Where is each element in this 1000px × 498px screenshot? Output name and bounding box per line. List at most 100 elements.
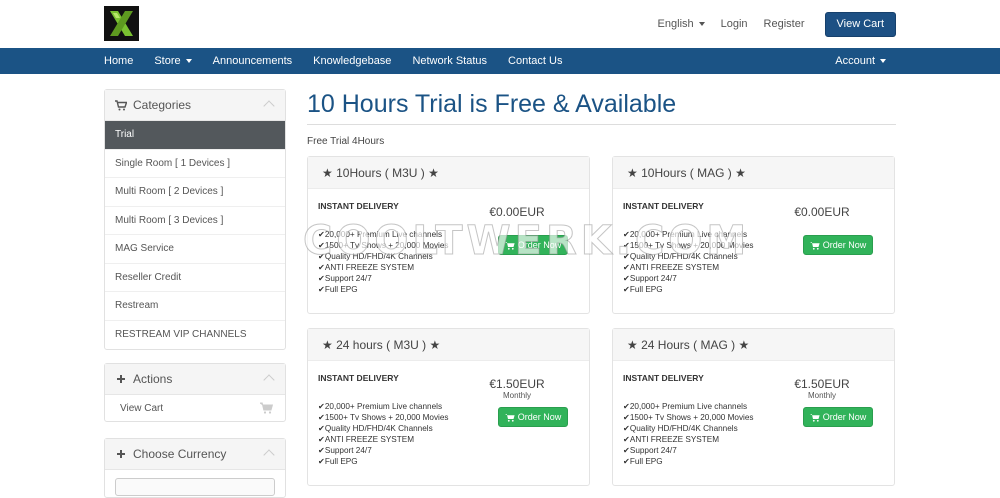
- delivery-label: INSTANT DELIVERY: [318, 373, 399, 383]
- categories-header[interactable]: Categories: [105, 90, 285, 121]
- nav-account-label: Account: [835, 55, 875, 67]
- order-now-button[interactable]: Order Now: [803, 235, 873, 255]
- feature-item: ✔Full EPG: [318, 457, 358, 466]
- top-links: English Login Register View Cart: [658, 11, 896, 37]
- feature-list: ✔20,000+ Premium Live channels ✔1500+ Tv…: [318, 401, 449, 467]
- category-restream-vip[interactable]: RESTREAM VIP CHANNELS: [105, 321, 285, 350]
- shopping-cart-icon: [504, 241, 515, 250]
- product-body: INSTANT DELIVERY ✔20,000+ Premium Live c…: [308, 361, 589, 485]
- feature-item: ✔Support 24/7: [318, 446, 372, 455]
- feature-item: ✔1500+ Tv Shows + 20,000 Movies: [318, 413, 449, 422]
- feature-item: ✔Full EPG: [318, 285, 358, 294]
- nav-home[interactable]: Home: [104, 55, 133, 67]
- chevron-up-icon[interactable]: [263, 449, 275, 461]
- language-label: English: [657, 18, 694, 30]
- product-body: INSTANT DELIVERY ✔20,000+ Premium Live c…: [613, 189, 894, 313]
- product-price: €0.00EUR: [489, 205, 545, 219]
- currency-select[interactable]: [115, 478, 275, 496]
- nav-contact-us[interactable]: Contact Us: [508, 55, 562, 67]
- top-bar: English Login Register View Cart: [0, 0, 1000, 48]
- feature-item: ✔Support 24/7: [623, 446, 677, 455]
- shopping-cart-icon: [809, 241, 820, 250]
- feature-item: ✔ANTI FREEZE SYSTEM: [318, 263, 415, 272]
- feature-item: ✔Quality HD/FHD/4K Channels: [623, 252, 738, 261]
- shopping-cart-icon: [504, 413, 515, 422]
- product-price: €1.50EUR: [489, 377, 545, 391]
- order-now-button[interactable]: Order Now: [498, 235, 568, 255]
- category-multi-room-3[interactable]: Multi Room [ 3 Devices ]: [105, 207, 285, 235]
- feature-item: ✔Full EPG: [623, 457, 663, 466]
- feature-list: ✔20,000+ Premium Live channels ✔1500+ Tv…: [623, 401, 754, 467]
- view-cart-button[interactable]: View Cart: [824, 11, 896, 37]
- order-now-button[interactable]: Order Now: [498, 407, 568, 427]
- product-price: €0.00EUR: [794, 205, 850, 219]
- currency-header[interactable]: Choose Currency: [105, 439, 285, 470]
- chevron-down-icon: [185, 59, 192, 64]
- delivery-label: INSTANT DELIVERY: [623, 201, 704, 211]
- product-name: ★ 24 hours ( M3U ) ★: [308, 329, 589, 361]
- category-restream[interactable]: Restream: [105, 292, 285, 321]
- nav-store[interactable]: Store: [154, 55, 192, 67]
- order-now-label: Order Now: [822, 412, 867, 422]
- nav-knowledgebase[interactable]: Knowledgebase: [313, 55, 391, 67]
- billing-period: Monthly: [502, 391, 531, 400]
- plus-icon: [115, 449, 127, 459]
- site-logo[interactable]: [104, 6, 139, 41]
- login-link[interactable]: Login: [721, 18, 748, 30]
- main-content: 10 Hours Trial is Free & Available Free …: [307, 88, 896, 486]
- title-divider: [307, 124, 896, 125]
- shopping-cart-icon: [809, 413, 820, 422]
- category-multi-room-2[interactable]: Multi Room [ 2 Devices ]: [105, 178, 285, 207]
- feature-item: ✔20,000+ Premium Live channels: [623, 230, 748, 239]
- product-price: €1.50EUR: [794, 377, 850, 391]
- feature-item: ✔20,000+ Premium Live channels: [318, 402, 443, 411]
- nav-announcements[interactable]: Announcements: [213, 55, 293, 67]
- product-card: ★ 24 Hours ( MAG ) ★ INSTANT DELIVERY ✔2…: [612, 328, 895, 486]
- feature-item: ✔20,000+ Premium Live channels: [623, 402, 748, 411]
- chevron-down-icon: [698, 22, 705, 27]
- feature-item: ✔Quality HD/FHD/4K Channels: [318, 252, 433, 261]
- actions-header[interactable]: Actions: [105, 364, 285, 395]
- page-subtitle: Free Trial 4Hours: [307, 136, 385, 147]
- chevron-down-icon: [880, 59, 886, 63]
- feature-item: ✔ANTI FREEZE SYSTEM: [318, 435, 415, 444]
- product-name: ★ 10Hours ( M3U ) ★: [308, 157, 589, 189]
- order-now-label: Order Now: [822, 240, 867, 250]
- actions-title: Actions: [133, 372, 173, 386]
- sidebar-view-cart-label: View Cart: [120, 402, 164, 414]
- feature-item: ✔ANTI FREEZE SYSTEM: [623, 263, 720, 272]
- chevron-up-icon[interactable]: [263, 374, 275, 386]
- nav-account[interactable]: Account: [835, 48, 886, 74]
- categories-title: Categories: [133, 98, 192, 112]
- product-body: INSTANT DELIVERY ✔20,000+ Premium Live c…: [613, 361, 894, 485]
- nav-items: Home Store Announcements Knowledgebase N…: [104, 48, 583, 74]
- feature-list: ✔20,000+ Premium Live channels ✔1500+ Tv…: [318, 229, 449, 295]
- order-now-button[interactable]: Order Now: [803, 407, 873, 427]
- main-navbar: Home Store Announcements Knowledgebase N…: [0, 48, 1000, 74]
- category-single-room[interactable]: Single Room [ 1 Devices ]: [105, 150, 285, 178]
- feature-item: ✔Quality HD/FHD/4K Channels: [318, 424, 433, 433]
- category-mag-service[interactable]: MAG Service: [105, 235, 285, 264]
- product-card: ★ 10Hours ( M3U ) ★ INSTANT DELIVERY ✔20…: [307, 156, 590, 314]
- product-body: INSTANT DELIVERY ✔20,000+ Premium Live c…: [308, 189, 589, 313]
- feature-item: ✔Full EPG: [623, 285, 663, 294]
- delivery-label: INSTANT DELIVERY: [318, 201, 399, 211]
- nav-network-status[interactable]: Network Status: [412, 55, 487, 67]
- billing-period: Monthly: [807, 391, 836, 400]
- feature-item: ✔Quality HD/FHD/4K Channels: [623, 424, 738, 433]
- delivery-label: INSTANT DELIVERY: [623, 373, 704, 383]
- language-selector[interactable]: English: [658, 18, 705, 30]
- chevron-up-icon[interactable]: [263, 100, 275, 112]
- product-card: ★ 10Hours ( MAG ) ★ INSTANT DELIVERY ✔20…: [612, 156, 895, 314]
- category-trial[interactable]: Trial: [105, 121, 285, 150]
- register-link[interactable]: Register: [764, 18, 805, 30]
- feature-item: ✔1500+ Tv Shows + 20,000 Movies: [318, 241, 449, 250]
- logo-x-icon: [104, 6, 139, 41]
- product-name: ★ 24 Hours ( MAG ) ★: [613, 329, 894, 361]
- categories-panel: Categories Trial Single Room [ 1 Devices…: [104, 89, 286, 350]
- feature-list: ✔20,000+ Premium Live channels ✔1500+ Tv…: [623, 229, 754, 295]
- sidebar-view-cart[interactable]: View Cart: [105, 395, 285, 421]
- feature-item: ✔Support 24/7: [623, 274, 677, 283]
- order-now-label: Order Now: [517, 240, 562, 250]
- category-reseller-credit[interactable]: Reseller Credit: [105, 264, 285, 292]
